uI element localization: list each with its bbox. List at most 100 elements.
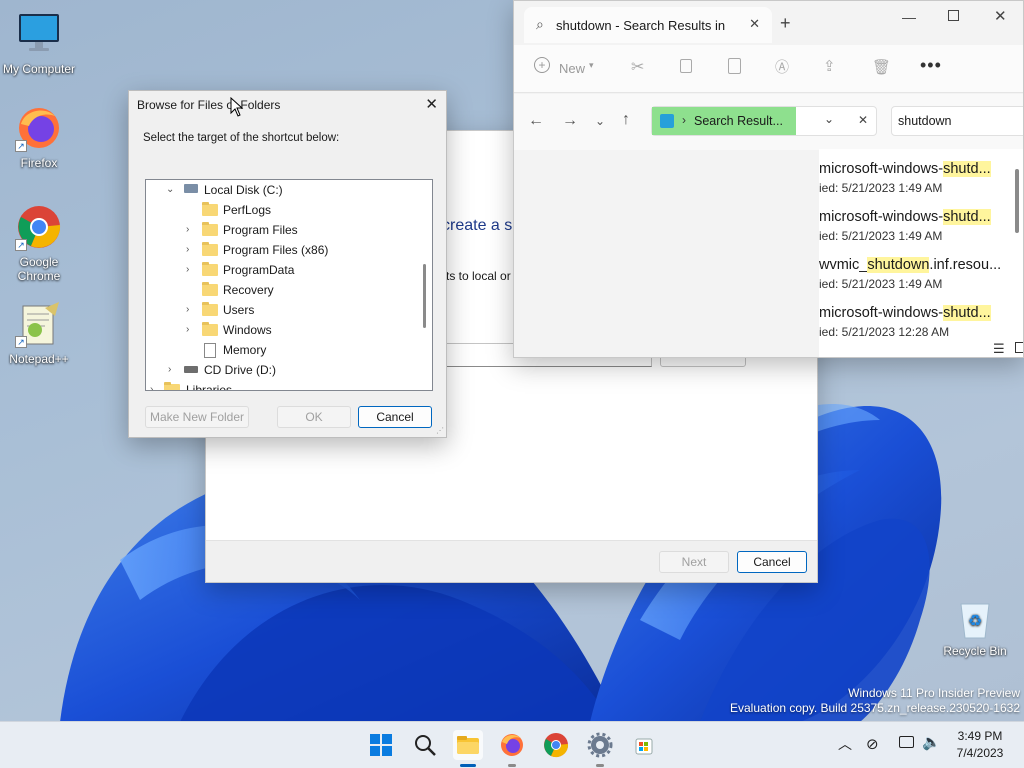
more-options-icon[interactable]: ••• <box>920 55 942 76</box>
result-name-prefix: microsoft-windows- <box>819 209 944 225</box>
desktop-icon-label: My Computer <box>2 62 76 76</box>
tree-item-perflogs[interactable]: PerfLogs <box>146 200 416 220</box>
desktop-icon-notepad-plus-plus[interactable]: ↗ Notepad++ <box>1 300 77 366</box>
tree-item-recovery[interactable]: Recovery <box>146 280 416 300</box>
device-icon[interactable] <box>899 736 914 748</box>
tree-item-libraries[interactable]: › Libraries <box>146 380 416 390</box>
copy-icon[interactable] <box>680 59 692 73</box>
close-tab-icon[interactable]: ✕ <box>749 16 760 32</box>
resize-grip-icon[interactable]: ⋰ <box>436 426 444 435</box>
tree-scrollbar[interactable] <box>423 264 426 328</box>
taskbar-settings[interactable] <box>585 730 615 760</box>
desktop-icon-google-chrome[interactable]: ↗ Google Chrome <box>1 203 77 283</box>
tree-item-label: PerfLogs <box>223 203 272 217</box>
chevron-right-icon[interactable]: › <box>186 260 196 280</box>
network-disconnected-icon[interactable]: ⊘ <box>866 735 879 753</box>
tree-item-program-files[interactable]: › Program Files <box>146 220 416 240</box>
results-scrollbar[interactable] <box>1015 169 1019 233</box>
drive-icon <box>184 184 198 193</box>
chevron-right-icon[interactable]: › <box>168 360 178 380</box>
window-close-icon[interactable]: ✕ <box>994 7 1007 25</box>
result-item[interactable]: microsoft-windows-shutd... ied: 5/21/202… <box>819 161 999 207</box>
make-new-folder-button[interactable]: Make New Folder <box>145 406 249 428</box>
chevron-down-icon: ▾ <box>589 60 594 70</box>
folder-icon <box>202 202 218 216</box>
back-arrow-icon[interactable]: ← <box>528 112 544 130</box>
rename-icon[interactable]: Ⓐ <box>775 57 789 77</box>
tree-item-label: Recovery <box>223 283 274 297</box>
next-button[interactable]: Next <box>659 551 729 573</box>
share-icon[interactable]: ⇪ <box>823 57 836 75</box>
taskbar-file-explorer[interactable] <box>453 730 483 760</box>
folder-icon <box>202 222 218 236</box>
clock-time[interactable]: 3:49 PM <box>955 729 1005 743</box>
tree-item-label: Windows <box>223 323 272 337</box>
desktop-icon-my-computer[interactable]: My Computer <box>1 10 77 76</box>
clear-search-icon[interactable]: ✕ <box>858 113 868 127</box>
recent-chevron-icon[interactable]: ⌄ <box>595 114 605 128</box>
desktop-icon-recycle-bin[interactable]: ♻ Recycle Bin <box>937 598 1013 658</box>
taskbar-chrome[interactable] <box>541 730 571 760</box>
result-name-highlight: shutd... <box>943 305 991 321</box>
close-icon[interactable]: ✕ <box>425 95 438 113</box>
folder-tree: ⌄ Local Disk (C:) PerfLogs › Program Fil… <box>145 179 433 391</box>
volume-icon[interactable]: 🔈 <box>922 733 941 751</box>
up-arrow-icon[interactable]: ↑ <box>622 111 630 129</box>
address-chevron-down-icon[interactable]: ⌄ <box>824 112 834 126</box>
shortcut-arrow-icon: ↗ <box>15 140 27 152</box>
desktop-icon-label: Notepad++ <box>9 352 69 366</box>
cancel-button[interactable]: Cancel <box>358 406 432 428</box>
minimize-icon[interactable]: — <box>902 9 916 25</box>
svg-text:♻: ♻ <box>968 611 982 630</box>
new-tab-icon[interactable]: + <box>780 13 791 34</box>
result-item[interactable]: microsoft-windows-shutd... ied: 5/21/202… <box>819 209 999 255</box>
tree-item-label: CD Drive (D:) <box>204 363 276 377</box>
tree-item-windows[interactable]: › Windows <box>146 320 416 340</box>
chevron-right-icon[interactable]: › <box>186 240 196 260</box>
chevron-right-icon[interactable]: › <box>186 320 196 340</box>
cancel-button[interactable]: Cancel <box>737 551 807 573</box>
cut-icon[interactable]: ✂ <box>631 57 644 77</box>
desktop-icon-firefox[interactable]: ↗ Firefox <box>1 104 77 170</box>
search-location-icon <box>660 114 674 128</box>
address-bar[interactable]: › Search Result... ⌄ ✕ <box>651 106 877 136</box>
tree-item-program-files-x86[interactable]: › Program Files (x86) <box>146 240 416 260</box>
windows-logo-icon <box>370 734 392 756</box>
chevron-down-icon[interactable]: ⌄ <box>166 180 176 200</box>
search-button[interactable] <box>410 730 440 760</box>
search-input[interactable]: shutdown <box>891 106 1023 136</box>
result-item[interactable]: wvmic_shutdown.inf.resou... ied: 5/21/20… <box>819 257 1001 303</box>
chevron-right-icon[interactable]: › <box>186 220 196 240</box>
tree-item-memory[interactable]: Memory <box>146 340 416 360</box>
chevron-right-icon[interactable]: › <box>186 300 196 320</box>
tab-search-results[interactable]: ⌕ shutdown - Search Results in ✕ <box>524 7 772 43</box>
result-name-prefix: wvmic_ <box>819 257 868 273</box>
folder-icon <box>202 302 218 316</box>
chevron-right-icon[interactable]: › <box>150 380 160 390</box>
forward-arrow-icon[interactable]: → <box>562 112 578 130</box>
folder-icon <box>164 382 180 390</box>
tiles-view-icon[interactable] <box>1015 342 1023 353</box>
tree-item-cd-drive[interactable]: › CD Drive (D:) <box>146 360 416 380</box>
shortcut-arrow-icon: ↗ <box>15 336 27 348</box>
details-view-icon[interactable]: ☰ <box>993 341 1005 357</box>
maximize-icon[interactable] <box>948 10 959 21</box>
start-button[interactable] <box>366 730 396 760</box>
tree-item-label: Memory <box>223 343 267 357</box>
tree-item-programdata[interactable]: › ProgramData <box>146 260 416 280</box>
tree-item-users[interactable]: › Users <box>146 300 416 320</box>
tree-item-label: ProgramData <box>223 263 295 277</box>
search-results-location[interactable]: › Search Result... <box>652 107 796 135</box>
paste-icon[interactable] <box>728 58 741 74</box>
show-hidden-icons-chevron-icon[interactable]: ︿ <box>838 734 852 754</box>
gear-icon <box>587 732 613 758</box>
delete-icon[interactable]: 🗑 <box>872 58 891 76</box>
notepad-plus-plus-icon: ↗ <box>15 300 63 348</box>
clock-date[interactable]: 7/4/2023 <box>951 746 1009 760</box>
taskbar-store[interactable] <box>629 730 659 760</box>
result-item[interactable]: microsoft-windows-shutd... ied: 5/21/202… <box>819 305 999 351</box>
new-button[interactable]: New <box>559 61 585 76</box>
tree-item-local-disk[interactable]: ⌄ Local Disk (C:) <box>146 180 416 200</box>
taskbar-firefox[interactable] <box>497 730 527 760</box>
ok-button[interactable]: OK <box>277 406 351 428</box>
